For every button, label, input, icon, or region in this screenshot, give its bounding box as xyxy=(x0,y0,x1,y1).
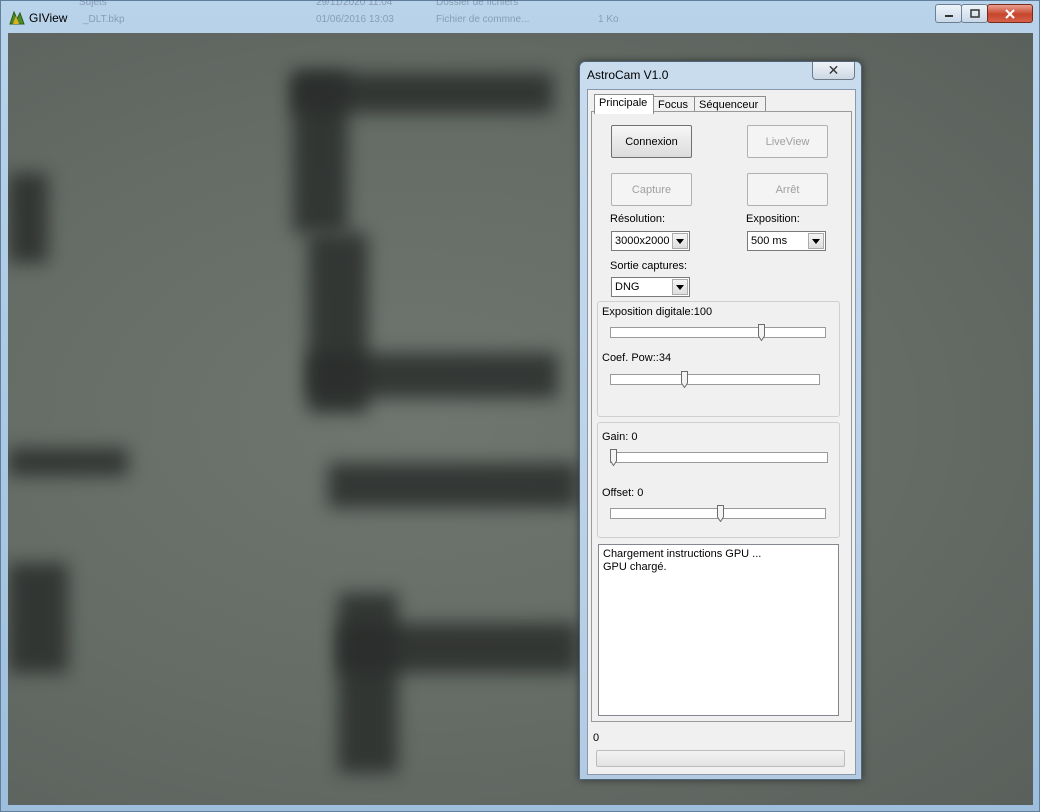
blur-shape xyxy=(8,563,68,673)
output-label: Sortie captures: xyxy=(610,260,688,272)
output-select[interactable]: DNG xyxy=(611,277,690,297)
progress-bar xyxy=(596,750,845,767)
tab-principale[interactable]: Principale xyxy=(594,94,654,114)
capture-button[interactable]: Capture xyxy=(611,173,692,206)
dropdown-arrow[interactable] xyxy=(672,279,688,295)
gain-label-text: Gain: xyxy=(602,431,629,443)
offset-label: Offset: 0 xyxy=(602,487,643,499)
liveview-button[interactable]: LiveView xyxy=(747,125,828,158)
slider-thumb[interactable] xyxy=(758,324,766,341)
ghost-text: Fichier de commne... xyxy=(436,14,530,25)
main-window-title: GIView xyxy=(29,11,68,25)
minimize-button[interactable] xyxy=(935,4,962,23)
status-value: 0 xyxy=(593,732,600,744)
main-title-bar[interactable]: GIView Sujets 29/11/2020 11:04 Dossier d… xyxy=(1,0,1039,33)
ghost-text: _DLT.bkp xyxy=(83,14,125,25)
coef-pow-slider[interactable] xyxy=(610,371,820,392)
blur-shape xyxy=(8,173,48,263)
chevron-down-icon xyxy=(812,238,820,244)
blur-shape xyxy=(338,623,578,673)
ghost-text: 01/06/2016 13:03 xyxy=(316,14,394,25)
blur-shape xyxy=(293,73,553,113)
blur-shape xyxy=(338,593,398,773)
dialog-title: AstroCam V1.0 xyxy=(587,68,669,82)
ghost-text: Sujets xyxy=(79,0,107,8)
offset-label-text: Offset: xyxy=(602,487,635,499)
ghost-text: 29/11/2020 11:04 xyxy=(316,0,393,8)
offset-slider[interactable] xyxy=(610,505,826,526)
restore-icon xyxy=(969,8,980,18)
coef-pow-label: Coef. Pow::34 xyxy=(602,352,671,364)
resolution-select[interactable]: 3000x2000 xyxy=(611,231,690,251)
blur-shape xyxy=(328,463,578,508)
blur-shape xyxy=(308,353,558,398)
gain-label: Gain: 0 xyxy=(602,431,637,443)
digital-exposure-slider[interactable] xyxy=(610,324,826,345)
log-textarea[interactable]: Chargement instructions GPU ... GPU char… xyxy=(598,544,839,716)
log-line: Chargement instructions GPU ... xyxy=(603,548,762,560)
output-value: DNG xyxy=(615,281,640,293)
digital-exposure-value: 100 xyxy=(693,306,713,318)
tab-focus[interactable]: Focus xyxy=(653,96,695,112)
digital-exposure-label: Exposition digitale:100 xyxy=(602,306,712,318)
exposure-label: Exposition: xyxy=(746,213,800,225)
tab-sequenceur[interactable]: Séquenceur xyxy=(694,96,766,112)
dialog-close-button[interactable]: ✕ xyxy=(812,62,855,80)
main-window: GIView Sujets 29/11/2020 11:04 Dossier d… xyxy=(0,0,1040,812)
resolution-value: 3000x2000 xyxy=(615,235,670,247)
coef-pow-label-text: Coef. Pow:: xyxy=(602,352,659,364)
chevron-down-icon xyxy=(676,238,684,244)
maximize-button[interactable] xyxy=(961,4,988,23)
offset-value: 0 xyxy=(637,487,644,499)
tab-panel-principale: Connexion LiveView Capture Arrêt Résolut… xyxy=(591,111,852,722)
digital-exposure-label-text: Exposition digitale: xyxy=(602,306,694,318)
exposure-select[interactable]: 500 ms xyxy=(747,231,826,251)
giview-app-icon xyxy=(9,10,25,25)
dropdown-arrow[interactable] xyxy=(672,233,688,249)
slider-track xyxy=(610,452,828,463)
dialog-client: Principale Focus Séquenceur Connexion Li… xyxy=(587,89,856,775)
slider-track xyxy=(610,374,820,385)
exposure-value: 500 ms xyxy=(751,235,788,247)
log-line: GPU chargé. xyxy=(603,561,667,573)
close-icon xyxy=(1005,8,1015,19)
slider-thumb[interactable] xyxy=(610,449,617,466)
astrocam-dialog: AstroCam V1.0 ✕ Principale Focus Séquenc… xyxy=(579,61,862,780)
connect-button[interactable]: Connexion xyxy=(611,125,692,158)
resolution-label: Résolution: xyxy=(610,213,666,225)
stop-button[interactable]: Arrêt xyxy=(747,173,828,206)
blur-shape xyxy=(8,448,128,476)
gain-slider[interactable] xyxy=(610,449,828,470)
close-icon: ✕ xyxy=(827,62,840,78)
gain-value: 0 xyxy=(631,431,638,443)
close-button[interactable] xyxy=(987,4,1033,23)
window-controls xyxy=(935,4,1033,24)
coef-pow-value: 34 xyxy=(658,352,672,364)
slider-thumb[interactable] xyxy=(681,371,689,388)
minimize-icon xyxy=(944,14,953,17)
slider-track xyxy=(610,327,826,338)
slider-thumb[interactable] xyxy=(716,505,724,522)
image-viewer-canvas[interactable] xyxy=(8,33,1033,805)
digital-processing-group: Exposition digitale:100 Coef. Pow::34 xyxy=(597,301,840,417)
gain-offset-group: Gain: 0 Offset: 0 xyxy=(597,422,840,538)
ghost-text: 1 Ko xyxy=(598,14,619,25)
ghost-text: Dossier de fichiers xyxy=(436,0,519,8)
chevron-down-icon xyxy=(676,284,684,290)
dropdown-arrow[interactable] xyxy=(808,233,824,249)
